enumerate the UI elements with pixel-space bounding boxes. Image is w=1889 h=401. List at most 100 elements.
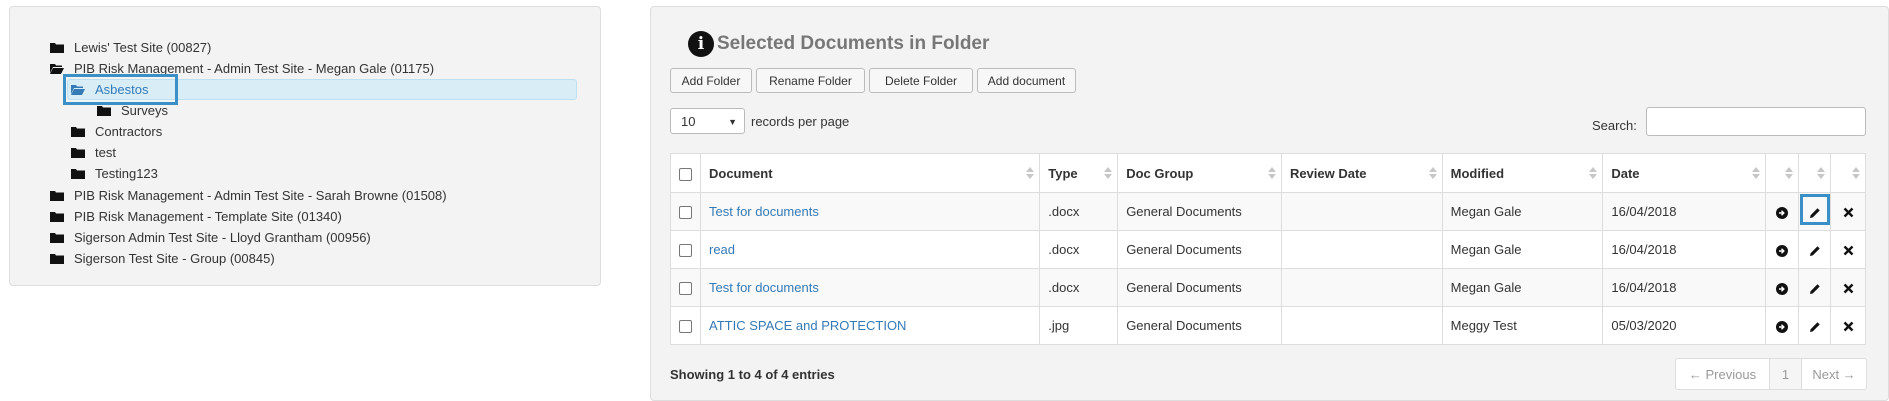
column-header-modified[interactable]: Modified: [1441, 153, 1604, 193]
edit-action-cell[interactable]: [1798, 192, 1831, 231]
pencil-icon[interactable]: [1809, 321, 1821, 333]
annotation-highlight-box: [63, 74, 178, 105]
cell-date: 16/04/2018: [1602, 192, 1767, 231]
edit-action-cell[interactable]: [1798, 268, 1831, 307]
row-checkbox[interactable]: [679, 282, 692, 296]
sort-icon: [1428, 167, 1437, 179]
folder-open-icon: [50, 63, 64, 74]
tree-item-lewis-test-site[interactable]: Lewis' Test Site (00827): [50, 37, 211, 57]
arrow-circle-right-icon[interactable]: [1776, 244, 1789, 257]
tree-item-label: PIB Risk Management - Template Site (013…: [74, 208, 342, 224]
open-action-cell[interactable]: [1765, 306, 1800, 345]
table-header-row: Document Type Doc Group Review Date Modi…: [670, 153, 1866, 193]
close-icon[interactable]: [1843, 207, 1854, 218]
records-per-page-select[interactable]: 10 ▼: [670, 108, 745, 134]
delete-action-cell[interactable]: [1830, 192, 1866, 231]
panel-header: i Selected Documents in Folder: [688, 31, 989, 57]
arrow-circle-right-icon[interactable]: [1776, 282, 1789, 295]
pagination-next-button[interactable]: Next →: [1802, 359, 1866, 389]
cell-modified: Megan Gale: [1441, 268, 1604, 307]
cell-type: .docx: [1039, 192, 1119, 231]
row-checkbox[interactable]: [679, 206, 692, 220]
document-link[interactable]: read: [709, 242, 735, 257]
add-folder-button[interactable]: Add Folder: [670, 68, 752, 93]
edit-action-cell[interactable]: [1798, 306, 1831, 345]
document-link[interactable]: ATTIC SPACE and PROTECTION: [709, 318, 906, 333]
folder-tree-panel: Lewis' Test Site (00827) PIB Risk Manage…: [9, 6, 601, 286]
tree-item-pib-template-site[interactable]: PIB Risk Management - Template Site (013…: [50, 206, 342, 226]
cell-review-date: [1280, 230, 1443, 269]
tree-item-label: Contractors: [95, 123, 163, 139]
column-header-type[interactable]: Type: [1039, 153, 1119, 193]
open-action-cell[interactable]: [1765, 192, 1800, 231]
delete-folder-button[interactable]: Delete Folder: [869, 68, 973, 93]
close-icon[interactable]: [1843, 245, 1854, 256]
column-header-action-3[interactable]: [1830, 153, 1866, 193]
close-icon[interactable]: [1843, 283, 1854, 294]
cell-review-date: [1280, 192, 1443, 231]
tree-item-label: PIB Risk Management - Admin Test Site - …: [74, 187, 447, 203]
search-input[interactable]: [1646, 107, 1866, 136]
add-document-button[interactable]: Add document: [977, 68, 1076, 93]
cell-type: .docx: [1039, 230, 1119, 269]
tree-item-contractors[interactable]: Contractors: [71, 121, 162, 141]
pencil-icon[interactable]: [1809, 245, 1821, 257]
pagination-page-1[interactable]: 1: [1770, 359, 1802, 389]
row-checkbox[interactable]: [679, 320, 692, 334]
folder-closed-icon: [50, 190, 64, 201]
tree-item-sigerson-group[interactable]: Sigerson Test Site - Group (00845): [50, 248, 275, 268]
column-label: Date: [1611, 165, 1640, 181]
tree-item-pib-admin-sarah[interactable]: PIB Risk Management - Admin Test Site - …: [50, 185, 447, 205]
arrow-circle-right-icon[interactable]: [1776, 320, 1789, 333]
documents-table: Document Type Doc Group Review Date Modi…: [670, 153, 1866, 345]
tree-item-label: Testing123: [95, 165, 158, 181]
tree-item-label: Lewis' Test Site (00827): [74, 39, 212, 55]
tree-item-testing123[interactable]: Testing123: [71, 163, 158, 183]
edit-action-cell[interactable]: [1798, 230, 1831, 269]
sort-icon: [1752, 167, 1761, 179]
column-header-date[interactable]: Date: [1602, 153, 1767, 193]
cell-doc-group: General Documents: [1117, 306, 1282, 345]
document-link[interactable]: Test for documents: [709, 204, 819, 219]
document-link[interactable]: Test for documents: [709, 280, 819, 295]
tree-item-test[interactable]: test: [71, 142, 116, 162]
folder-closed-icon: [97, 105, 111, 116]
folder-closed-icon: [71, 126, 85, 137]
page-title: Selected Documents in Folder: [717, 33, 990, 54]
cell-doc-group: General Documents: [1117, 230, 1282, 269]
sort-icon: [1104, 167, 1113, 179]
sort-icon: [1026, 167, 1035, 179]
open-action-cell[interactable]: [1765, 230, 1800, 269]
close-icon[interactable]: [1843, 321, 1854, 332]
documents-panel: i Selected Documents in Folder Add Folde…: [650, 6, 1889, 401]
cell-type: .jpg: [1039, 306, 1119, 345]
pencil-icon[interactable]: [1809, 283, 1821, 295]
row-checkbox[interactable]: [679, 244, 692, 258]
pagination-previous-button[interactable]: ← Previous: [1676, 359, 1770, 389]
column-header-document[interactable]: Document: [699, 153, 1041, 193]
cell-date: 16/04/2018: [1602, 230, 1767, 269]
select-all-header[interactable]: [670, 153, 701, 193]
sort-icon: [1267, 167, 1276, 179]
tree-item-sigerson-admin[interactable]: Sigerson Admin Test Site - Lloyd Grantha…: [50, 227, 371, 247]
cell-doc-group: General Documents: [1117, 192, 1282, 231]
column-header-action-2[interactable]: [1798, 153, 1831, 193]
delete-action-cell[interactable]: [1830, 268, 1866, 307]
pagination: ← Previous 1 Next →: [1675, 358, 1867, 390]
column-header-doc-group[interactable]: Doc Group: [1117, 153, 1282, 193]
table-info-text: Showing 1 to 4 of 4 entries: [670, 367, 835, 382]
select-all-checkbox[interactable]: [679, 167, 692, 181]
delete-action-cell[interactable]: [1830, 306, 1866, 345]
annotation-highlight-box: [1800, 194, 1831, 225]
table-row: Test for documents .docx General Documen…: [670, 192, 1866, 231]
delete-action-cell[interactable]: [1830, 230, 1866, 269]
folder-closed-icon: [50, 253, 64, 264]
tree-item-label: Sigerson Admin Test Site - Lloyd Grantha…: [74, 229, 371, 245]
column-header-action-1[interactable]: [1765, 153, 1800, 193]
column-header-review-date[interactable]: Review Date: [1280, 153, 1443, 193]
cell-date: 05/03/2020: [1602, 306, 1767, 345]
tree-item-label: Sigerson Test Site - Group (00845): [74, 250, 275, 266]
open-action-cell[interactable]: [1765, 268, 1800, 307]
rename-folder-button[interactable]: Rename Folder: [756, 68, 865, 93]
arrow-circle-right-icon[interactable]: [1776, 206, 1789, 219]
